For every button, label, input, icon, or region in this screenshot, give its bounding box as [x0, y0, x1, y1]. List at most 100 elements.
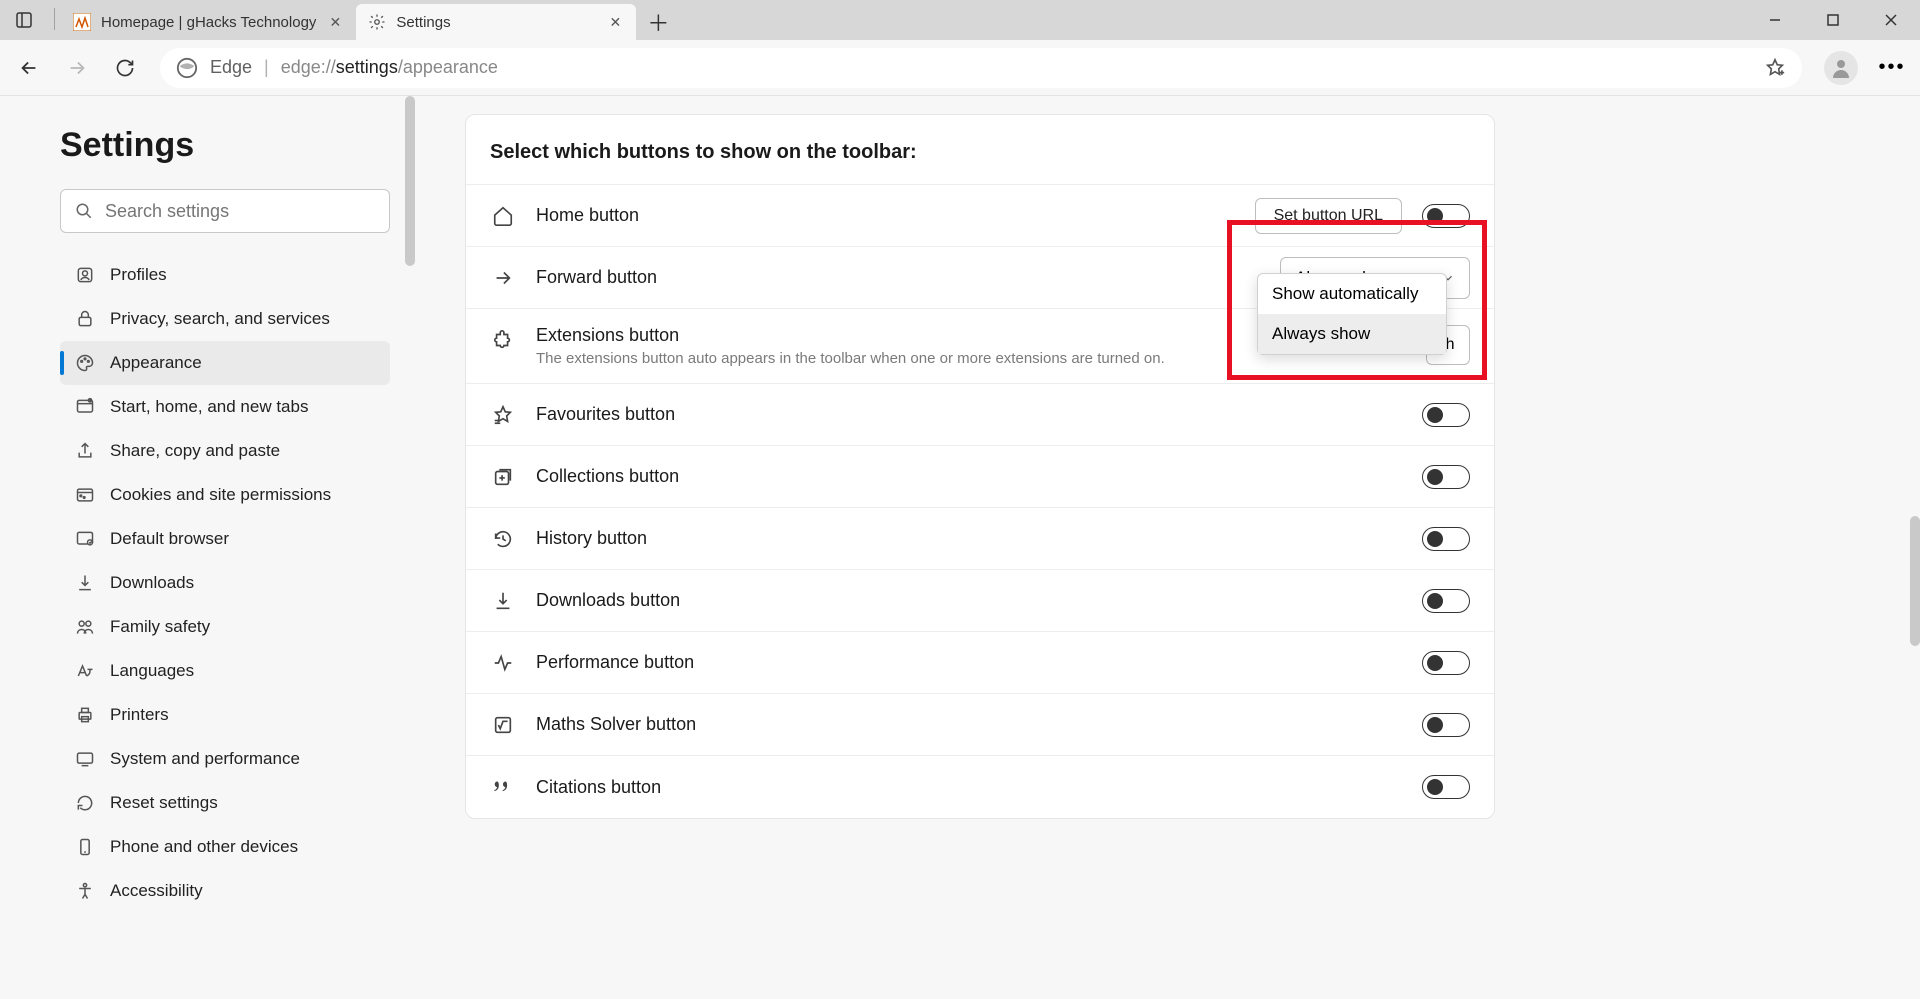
refresh-button[interactable] [104, 47, 146, 89]
tabs: Homepage | gHacks Technology ✕ Settings … [61, 0, 676, 40]
tab-settings[interactable]: Settings ✕ [356, 4, 636, 40]
sidebar-item-cookies[interactable]: Cookies and site permissions [60, 473, 390, 517]
set-button-url[interactable]: Set button URL [1255, 198, 1402, 234]
home-toggle[interactable] [1422, 204, 1470, 228]
performance-icon [490, 650, 516, 676]
tab-title: Homepage | gHacks Technology [101, 14, 316, 31]
window-icon [74, 396, 96, 418]
row-collections-button: Collections button [466, 446, 1494, 508]
system-icon [74, 748, 96, 770]
row-citations-button: Citations button [466, 756, 1494, 818]
titlebar-divider [54, 8, 55, 30]
toolbar-buttons-panel: Select which buttons to show on the tool… [465, 114, 1495, 819]
performance-toggle[interactable] [1422, 651, 1470, 675]
history-toggle[interactable] [1422, 527, 1470, 551]
popup-option-always[interactable]: Always show [1258, 314, 1446, 354]
window-titlebar: Homepage | gHacks Technology ✕ Settings … [0, 0, 1920, 40]
titlebar-left [0, 0, 48, 40]
tab-ghacks[interactable]: Homepage | gHacks Technology ✕ [61, 4, 356, 40]
sidebar-item-start[interactable]: Start, home, and new tabs [60, 385, 390, 429]
row-favourites-button: Favourites button [466, 384, 1494, 446]
printer-icon [74, 704, 96, 726]
favourites-toggle[interactable] [1422, 403, 1470, 427]
row-title: Home button [536, 205, 1235, 226]
cookie-icon [74, 484, 96, 506]
close-icon[interactable]: ✕ [326, 13, 344, 31]
row-title: Forward button [536, 267, 1260, 288]
sidebar-item-accessibility[interactable]: Accessibility [60, 869, 390, 913]
sidebar-item-share[interactable]: Share, copy and paste [60, 429, 390, 473]
home-icon [490, 203, 516, 229]
forward-arrow-icon [490, 265, 516, 291]
ghacks-favicon [73, 13, 91, 31]
panel-header: Select which buttons to show on the tool… [466, 115, 1494, 185]
tab-actions-button[interactable] [8, 4, 40, 36]
maths-toggle[interactable] [1422, 713, 1470, 737]
content: Settings Profiles Privacy, search, and s… [0, 96, 1920, 999]
star-icon [490, 402, 516, 428]
citations-icon [490, 774, 516, 800]
download-icon [490, 588, 516, 614]
search-settings[interactable] [60, 189, 390, 233]
minimize-button[interactable] [1746, 0, 1804, 40]
row-home-button: Home button Set button URL [466, 185, 1494, 247]
sidebar-item-reset[interactable]: Reset settings [60, 781, 390, 825]
more-button[interactable]: ••• [1872, 48, 1912, 88]
row-history-button: History button [466, 508, 1494, 570]
search-icon [75, 202, 93, 220]
sidebar-scrollbar[interactable] [405, 96, 415, 266]
row-title: History button [536, 528, 1402, 549]
row-title: Downloads button [536, 590, 1402, 611]
sidebar-item-privacy[interactable]: Privacy, search, and services [60, 297, 390, 341]
collections-toggle[interactable] [1422, 465, 1470, 489]
browser-toolbar: Edge | edge://settings/appearance ••• [0, 40, 1920, 96]
main-scrollbar[interactable] [1910, 516, 1920, 646]
row-downloads-button: Downloads button [466, 570, 1494, 632]
row-title: Citations button [536, 777, 1402, 798]
back-button[interactable] [8, 47, 50, 89]
sidebar-item-downloads[interactable]: Downloads [60, 561, 390, 605]
maths-icon [490, 712, 516, 738]
settings-title: Settings [60, 126, 415, 165]
download-icon [74, 572, 96, 594]
forward-dropdown-popup: Show automatically Always show [1257, 273, 1447, 355]
popup-option-auto[interactable]: Show automatically [1258, 274, 1446, 314]
sidebar-item-appearance[interactable]: Appearance [60, 341, 390, 385]
sidebar-item-printers[interactable]: Printers [60, 693, 390, 737]
address-bar[interactable]: Edge | edge://settings/appearance [160, 48, 1802, 88]
row-title: Maths Solver button [536, 714, 1402, 735]
profile-icon [74, 264, 96, 286]
maximize-button[interactable] [1804, 0, 1862, 40]
window-controls [1746, 0, 1920, 40]
sidebar-item-phone[interactable]: Phone and other devices [60, 825, 390, 869]
row-maths-button: Maths Solver button [466, 694, 1494, 756]
family-icon [74, 616, 96, 638]
favorite-icon[interactable] [1764, 57, 1786, 79]
sidebar-item-languages[interactable]: Languages [60, 649, 390, 693]
share-icon [74, 440, 96, 462]
row-performance-button: Performance button [466, 632, 1494, 694]
tab-title: Settings [396, 14, 596, 31]
url-text: edge://settings/appearance [281, 57, 498, 78]
extension-icon [490, 327, 516, 353]
url-prefix: Edge [210, 57, 252, 78]
forward-button[interactable] [56, 47, 98, 89]
citations-toggle[interactable] [1422, 775, 1470, 799]
url-separator: | [264, 57, 269, 78]
reset-icon [74, 792, 96, 814]
sidebar-nav: Profiles Privacy, search, and services A… [60, 253, 415, 913]
sidebar-item-family[interactable]: Family safety [60, 605, 390, 649]
row-title: Favourites button [536, 404, 1402, 425]
palette-icon [74, 352, 96, 374]
new-tab-button[interactable]: ＋ [640, 4, 676, 40]
history-icon [490, 526, 516, 552]
search-input[interactable] [105, 201, 375, 222]
sidebar-item-system[interactable]: System and performance [60, 737, 390, 781]
close-button[interactable] [1862, 0, 1920, 40]
downloads-toggle[interactable] [1422, 589, 1470, 613]
close-icon[interactable]: ✕ [606, 13, 624, 31]
profile-button[interactable] [1824, 51, 1858, 85]
sidebar-item-default-browser[interactable]: Default browser [60, 517, 390, 561]
sidebar-item-profiles[interactable]: Profiles [60, 253, 390, 297]
edge-icon [176, 57, 198, 79]
